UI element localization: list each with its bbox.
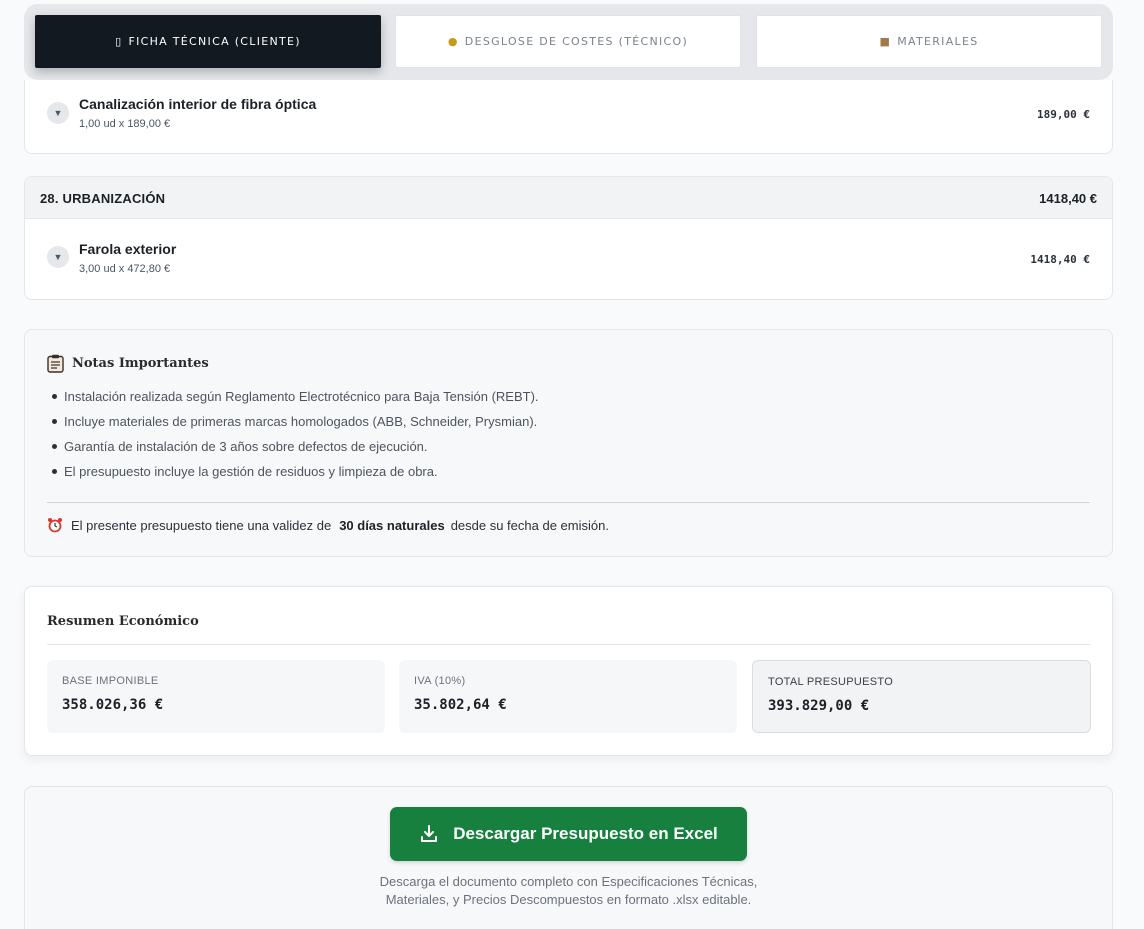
total-label: TOTAL PRESUPUESTO [768, 676, 894, 688]
section-card: 28. URBANIZACIÓN 1418,40 € ▼ Farola exte… [24, 176, 1113, 300]
list-item: Garantía de instalación de 3 años sobre … [52, 438, 539, 463]
iva-label: IVA (10%) [414, 675, 466, 687]
list-item: ▼ Farola exterior 3,00 ud x 472,80 € 141… [25, 223, 1112, 297]
base-label: BASE IMPONIBLE [62, 675, 159, 687]
money-bag-icon: ● [447, 35, 459, 48]
item-detail: 1,00 ud x 189,00 € [79, 118, 171, 130]
section-total: 1418,40 € [1039, 191, 1097, 206]
clipboard-icon: ▯ [115, 35, 123, 48]
item-name: Canalización interior de fibra óptica [79, 96, 317, 112]
divider [47, 502, 1090, 503]
item-name: Farola exterior [79, 241, 177, 257]
list-item: Instalación realizada según Reglamento E… [52, 388, 539, 413]
iva-box: IVA (10%) 35.802,64 € [399, 660, 737, 733]
chevron-down-icon[interactable]: ▼ [47, 246, 69, 268]
section-title: 28. URBANIZACIÓN [40, 191, 166, 206]
base-imponible-box: BASE IMPONIBLE 358.026,36 € [47, 660, 385, 733]
validity-note: El presente presupuesto tiene una valide… [47, 517, 609, 533]
tab-desglose-costes[interactable]: ● DESGLOSE DE COSTES (TÉCNICO) [395, 15, 741, 68]
item-detail: 3,00 ud x 472,80 € [79, 263, 171, 275]
notes-card: Notas Importantes Instalación realizada … [24, 329, 1113, 557]
section-header[interactable]: 28. URBANIZACIÓN 1418,40 € [25, 177, 1112, 219]
box-icon: ■ [879, 35, 892, 48]
tab-bar: ▯ FICHA TÉCNICA (CLIENTE) ● DESGLOSE DE … [24, 4, 1113, 80]
clipboard-icon [47, 354, 64, 373]
total-value: 393.829,00 € [768, 698, 870, 714]
download-card: Descargar Presupuesto en Excel Descarga … [24, 786, 1113, 929]
notes-title: Notas Importantes [72, 356, 209, 371]
download-icon [421, 825, 438, 842]
total-box: TOTAL PRESUPUESTO 393.829,00 € [752, 660, 1091, 733]
list-item: ▼ Canalización interior de fibra óptica … [25, 80, 1112, 154]
base-value: 358.026,36 € [62, 697, 164, 713]
chevron-down-icon[interactable]: ▼ [47, 102, 69, 124]
alarm-clock-icon [48, 518, 62, 533]
item-price: 1418,40 € [1030, 253, 1090, 266]
summary-card: Resumen Económico BASE IMPONIBLE 358.026… [24, 586, 1113, 756]
list-item: El presupuesto incluye la gestión de res… [52, 463, 539, 488]
notes-list: Instalación realizada según Reglamento E… [52, 388, 539, 488]
validity-prefix: El presente presupuesto tiene una valide… [71, 517, 332, 533]
tab-label: FICHA TÉCNICA (CLIENTE) [128, 35, 301, 48]
list-item: Incluye materiales de primeras marcas ho… [52, 413, 539, 438]
notes-header: Notas Importantes [47, 354, 209, 373]
item-price: 189,00 € [1037, 108, 1090, 121]
tab-ficha-tecnica[interactable]: ▯ FICHA TÉCNICA (CLIENTE) [35, 15, 381, 68]
validity-suffix: desde su fecha de emisión. [450, 517, 609, 533]
download-excel-button[interactable]: Descargar Presupuesto en Excel [390, 807, 747, 861]
tab-label: MATERIALES [897, 35, 979, 48]
tab-label: DESGLOSE DE COSTES (TÉCNICO) [464, 35, 689, 48]
download-button-label: Descargar Presupuesto en Excel [453, 824, 718, 843]
tab-materiales[interactable]: ■ MATERIALES [756, 15, 1102, 68]
download-description: Descarga el documento completo con Espec… [379, 874, 758, 907]
previous-section-card: ▼ Canalización interior de fibra óptica … [24, 80, 1113, 154]
summary-title: Resumen Económico [47, 614, 199, 629]
validity-days: 30 días naturales [339, 517, 445, 533]
iva-value: 35.802,64 € [414, 697, 507, 713]
divider [47, 644, 1090, 645]
